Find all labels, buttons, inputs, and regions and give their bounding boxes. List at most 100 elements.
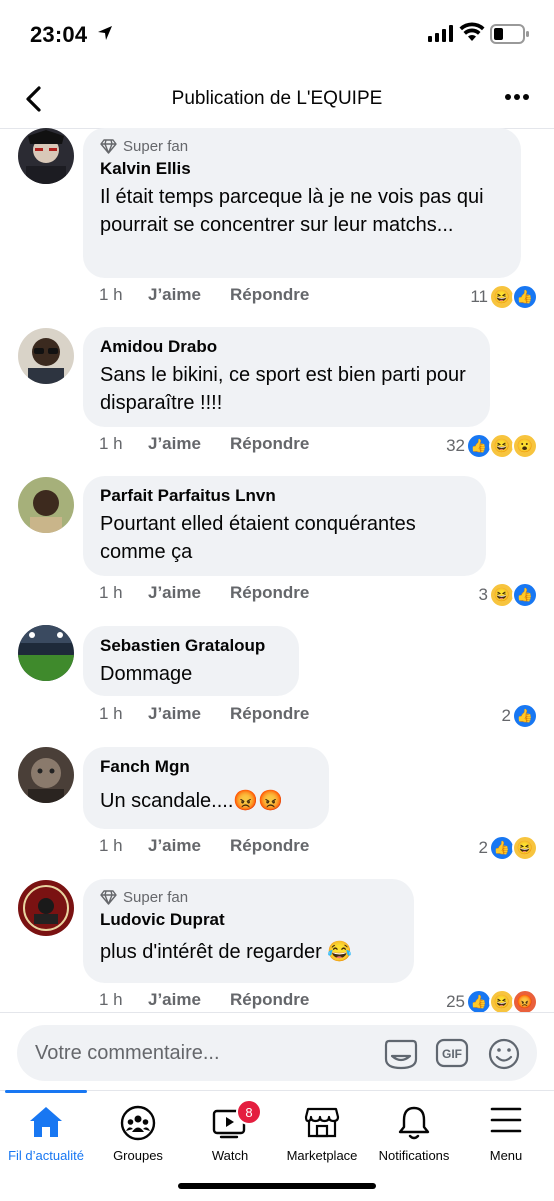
comment-author[interactable]: Sebastien Grataloup	[100, 636, 282, 656]
avatar[interactable]	[18, 625, 74, 681]
bell-icon	[398, 1106, 430, 1140]
reaction-summary[interactable]: 3 😆 👍	[479, 582, 538, 608]
tab-groups[interactable]: Groupes	[92, 1091, 184, 1171]
comment-time[interactable]: 1 h	[99, 434, 123, 454]
reaction-count: 32	[446, 436, 465, 455]
wow-reaction-icon: 😮	[512, 433, 538, 459]
reply-button[interactable]: Répondre	[230, 990, 309, 1010]
comment-author[interactable]: Parfait Parfaitus Lnvn	[100, 486, 469, 506]
comment-bubble: Fanch Mgn Un scandale....😡😡	[83, 747, 329, 829]
comment-time[interactable]: 1 h	[99, 704, 123, 724]
comment-input-placeholder: Votre commentaire...	[35, 1042, 220, 1064]
avatar[interactable]	[18, 880, 74, 936]
comment-input[interactable]: Votre commentaire... GIF	[17, 1025, 537, 1081]
comment-text: plus d'intérêt de regarder 😂	[100, 941, 353, 963]
avatar[interactable]	[18, 477, 74, 533]
like-button[interactable]: J’aime	[148, 583, 201, 603]
comment-item: Sebastien Grataloup Dommage 1 h J’aime R…	[0, 625, 554, 737]
comment-item: Super fan Kalvin Ellis Il était temps pa…	[0, 128, 554, 318]
badge-label: Super fan	[123, 138, 189, 155]
status-bar: 23:04	[0, 0, 554, 70]
comment-author[interactable]: Amidou Drabo	[100, 337, 473, 357]
comment-item: Fanch Mgn Un scandale....😡😡 1 h J’aime R…	[0, 746, 554, 871]
comment-composer-area: Votre commentaire... GIF	[0, 1012, 554, 1093]
marketplace-icon	[304, 1107, 340, 1138]
reaction-count: 11	[470, 287, 488, 306]
reaction-count: 2	[478, 838, 488, 857]
reply-button[interactable]: Répondre	[230, 285, 309, 305]
post-header: Publication de L'EQUIPE	[0, 70, 554, 129]
like-reaction-icon: 👍	[512, 582, 538, 608]
reaction-summary[interactable]: 2 👍	[502, 703, 538, 729]
comment-bubble: Super fan Ludovic Duprat plus d'intérêt …	[83, 879, 414, 983]
comment-actions: 1 h J’aime Répondre	[99, 836, 539, 860]
reaction-summary[interactable]: 32 👍 😆 😮	[446, 433, 538, 459]
reaction-count: 25	[446, 992, 465, 1011]
location-arrow-icon	[98, 26, 112, 40]
like-reaction-icon: 👍	[512, 284, 538, 310]
comment-author[interactable]: Fanch Mgn	[100, 757, 312, 777]
comment-author[interactable]: Ludovic Duprat	[100, 910, 397, 930]
comment-text: Pourtant elled étaient conquérantes comm…	[100, 513, 416, 563]
reaction-count: 2	[501, 706, 511, 725]
tab-news-feed[interactable]: Fil d’actualité	[0, 1090, 92, 1171]
like-button[interactable]: J’aime	[148, 836, 201, 856]
avatar[interactable]	[18, 128, 74, 184]
reply-button[interactable]: Répondre	[230, 836, 309, 856]
reply-button[interactable]: Répondre	[230, 583, 309, 603]
haha-reaction-icon: 😆	[512, 835, 538, 861]
comment-time[interactable]: 1 h	[99, 836, 123, 856]
gif-label: GIF	[442, 1047, 462, 1061]
comment-bubble: Super fan Kalvin Ellis Il était temps pa…	[83, 128, 521, 278]
menu-icon	[490, 1107, 522, 1133]
comment-text: Un scandale....😡😡	[100, 790, 284, 812]
cellular-signal-icon	[428, 25, 453, 42]
comment-text: Il était temps parceque là je ne vois pa…	[100, 186, 484, 236]
comment-actions: 1 h J’aime Répondre	[99, 704, 539, 728]
groups-icon	[120, 1105, 156, 1141]
watch-notification-badge: 8	[236, 1099, 262, 1125]
super-fan-badge: Super fan	[100, 138, 504, 155]
gif-icon[interactable]: GIF	[435, 1037, 469, 1069]
comment-bubble: Parfait Parfaitus Lnvn Pourtant elled ét…	[83, 476, 486, 576]
comment-time[interactable]: 1 h	[99, 285, 123, 305]
reply-button[interactable]: Répondre	[230, 434, 309, 454]
status-time: 23:04	[30, 22, 88, 47]
home-icon	[30, 1107, 62, 1137]
more-options-icon[interactable]	[504, 92, 530, 102]
tab-marketplace[interactable]: Marketplace	[276, 1091, 368, 1171]
reaction-summary[interactable]: 2 👍 😆	[479, 835, 538, 861]
reaction-count: 3	[478, 585, 488, 604]
comment-text: Sans le bikini, ce sport est bien parti …	[100, 364, 466, 414]
like-button[interactable]: J’aime	[148, 704, 201, 724]
emoji-icon[interactable]	[487, 1037, 521, 1071]
like-reaction-icon: 👍	[512, 703, 538, 729]
like-button[interactable]: J’aime	[148, 990, 201, 1010]
comment-time[interactable]: 1 h	[99, 583, 123, 603]
comment-bubble: Sebastien Grataloup Dommage	[83, 626, 299, 696]
comment-bubble: Amidou Drabo Sans le bikini, ce sport es…	[83, 327, 490, 427]
wifi-icon	[459, 22, 485, 41]
like-button[interactable]: J’aime	[148, 285, 201, 305]
reply-button[interactable]: Répondre	[230, 704, 309, 724]
tab-menu[interactable]: Menu	[460, 1091, 552, 1171]
badge-label: Super fan	[123, 889, 189, 906]
comment-actions: 1 h J’aime Répondre	[99, 583, 539, 607]
comment-item: Super fan Ludovic Duprat plus d'intérêt …	[0, 879, 554, 1015]
reaction-summary[interactable]: 11 😆 👍	[470, 284, 538, 310]
tab-watch[interactable]: 8 Watch	[184, 1091, 276, 1171]
diamond-icon	[100, 890, 117, 905]
comment-author[interactable]: Kalvin Ellis	[100, 159, 504, 179]
super-fan-badge: Super fan	[100, 889, 397, 906]
home-indicator	[178, 1183, 376, 1189]
avatar[interactable]	[18, 328, 74, 384]
avatar-sticker-icon[interactable]	[383, 1037, 419, 1071]
page-title: Publication de L'EQUIPE	[171, 88, 383, 109]
like-button[interactable]: J’aime	[148, 434, 201, 454]
tab-label: Menu	[489, 1148, 523, 1163]
comment-time[interactable]: 1 h	[99, 990, 123, 1010]
diamond-icon	[100, 139, 117, 154]
comment-item: Amidou Drabo Sans le bikini, ce sport es…	[0, 327, 554, 467]
avatar[interactable]	[18, 747, 74, 803]
tab-notifications[interactable]: Notifications	[368, 1091, 460, 1171]
